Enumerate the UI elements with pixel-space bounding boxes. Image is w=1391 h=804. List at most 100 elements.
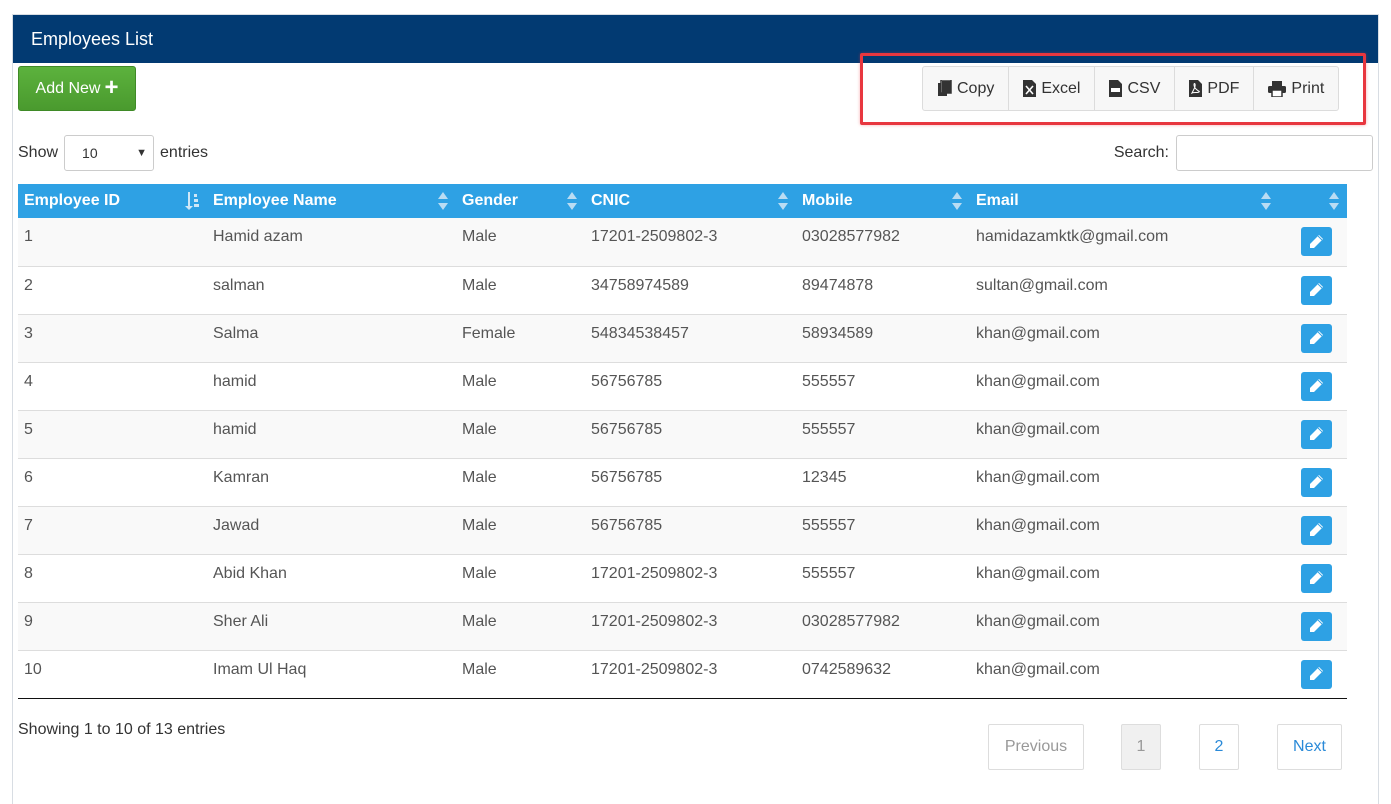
cell-employee-id: 10: [24, 660, 42, 678]
previous-page-button[interactable]: Previous: [988, 724, 1084, 770]
cell-email: khan@gmail.com: [976, 564, 1100, 582]
cell-email: khan@gmail.com: [976, 324, 1100, 342]
column-header-label: Employee Name: [213, 192, 337, 209]
column-header-label: Employee ID: [24, 192, 121, 209]
cell-cnic: 17201-2509802-3: [591, 612, 718, 630]
search-label: Search:: [1113, 144, 1169, 161]
cell-mobile: 03028577982: [802, 228, 900, 245]
column-header-label: CNIC: [591, 192, 631, 209]
cell-employee-name: Jawad: [213, 516, 260, 534]
pencil-icon: [1310, 523, 1323, 536]
cell-employee-name: Abid Khan: [213, 564, 287, 582]
cell-mobile: 555557: [802, 564, 856, 582]
edit-button[interactable]: [1300, 611, 1332, 641]
cell-employee-id: 3: [24, 324, 33, 342]
cell-actions: [1279, 410, 1347, 458]
sort-ascending-icon: [185, 192, 199, 210]
edit-button[interactable]: [1300, 563, 1332, 593]
edit-button[interactable]: [1300, 659, 1332, 689]
column-header-gender[interactable]: Gender: [456, 184, 585, 218]
excel-file-icon: [1023, 80, 1037, 97]
pencil-icon: [1310, 475, 1323, 488]
sort-both-icon: [567, 192, 577, 210]
cell-cnic: 56756785: [591, 468, 663, 486]
cell-employee-name: hamid: [213, 420, 257, 438]
search-control: Search:: [1114, 134, 1373, 172]
column-header-employee-name[interactable]: Employee Name: [207, 184, 456, 218]
cell-employee-name: Salma: [213, 324, 259, 342]
cell-employee-name: Imam Ul Haq: [213, 660, 307, 678]
cell-actions: [1279, 218, 1347, 266]
cell-employee-id: 9: [24, 612, 33, 630]
pencil-icon: [1310, 234, 1323, 248]
edit-button[interactable]: [1300, 419, 1332, 449]
table-row: 7 Jawad Male 56756785 555557 khan@gmail.com: [18, 506, 1347, 554]
edit-button[interactable]: [1300, 323, 1332, 353]
column-header-email[interactable]: Email: [970, 184, 1279, 218]
cell-gender: Female: [462, 324, 516, 342]
cell-email: hamidazamktk@gmail.com: [976, 228, 1169, 245]
edit-button[interactable]: [1300, 227, 1332, 256]
table-body: 1 Hamid azam Male 17201-2509802-3 0302857798…: [18, 218, 1347, 698]
table-row: 8 Abid Khan Male 17201-2509802-3 555557 khan@…: [18, 554, 1347, 602]
cell-employee-id: 2: [24, 276, 33, 294]
add-new-button[interactable]: Add New +: [18, 66, 136, 111]
column-header-actions[interactable]: [1279, 184, 1347, 218]
page-button-2[interactable]: 2: [1199, 724, 1239, 770]
pencil-icon: [1310, 667, 1323, 680]
cell-email: khan@gmail.com: [976, 516, 1100, 534]
column-header-cnic[interactable]: CNIC: [585, 184, 796, 218]
table-row: 4 hamid Male 56756785 555557 khan@gmail.com: [18, 362, 1347, 410]
edit-button[interactable]: [1300, 467, 1332, 497]
cell-email: khan@gmail.com: [976, 420, 1100, 438]
cell-actions: [1279, 362, 1347, 410]
cell-email: sultan@gmail.com: [976, 276, 1108, 294]
sort-both-icon: [438, 192, 448, 210]
excel-button[interactable]: Excel: [1009, 67, 1096, 110]
edit-button[interactable]: [1300, 515, 1332, 545]
cell-cnic: 17201-2509802-3: [591, 564, 718, 582]
cell-gender: Male: [462, 228, 497, 245]
table-row: 9 Sher Ali Male 17201-2509802-3 03028577982 k…: [18, 602, 1347, 650]
cell-actions: [1279, 554, 1347, 602]
cell-gender: Male: [462, 372, 497, 390]
table-row: 10 Imam Ul Haq Male 17201-2509802-3 07425896…: [18, 650, 1347, 698]
pdf-button[interactable]: PDF: [1175, 67, 1255, 110]
cell-employee-id: 4: [24, 372, 33, 390]
cell-gender: Male: [462, 564, 497, 582]
cell-employee-id: 7: [24, 516, 33, 534]
sort-both-icon: [1261, 192, 1271, 210]
next-page-button[interactable]: Next: [1277, 724, 1342, 770]
entries-select-value: 10: [82, 145, 98, 161]
page-button-1[interactable]: 1: [1121, 724, 1161, 770]
pencil-icon: [1310, 379, 1323, 392]
cell-gender: Male: [462, 516, 497, 534]
cell-employee-id: 6: [24, 468, 33, 486]
table-row: 2 salman Male 34758974589 89474878 sultan@gma…: [18, 266, 1347, 314]
edit-button[interactable]: [1300, 275, 1332, 305]
cell-actions: [1279, 266, 1347, 314]
pdf-file-icon: [1189, 80, 1203, 97]
cell-cnic: 34758974589: [591, 276, 689, 294]
column-header-mobile[interactable]: Mobile: [796, 184, 970, 218]
cell-gender: Male: [462, 420, 497, 438]
cell-mobile: 0742589632: [802, 660, 891, 678]
pencil-icon: [1310, 427, 1323, 440]
cell-gender: Male: [462, 276, 497, 294]
sort-both-icon: [1329, 192, 1339, 210]
search-input[interactable]: [1176, 135, 1373, 171]
cell-actions: [1279, 458, 1347, 506]
pencil-icon: [1310, 619, 1323, 632]
entries-select[interactable]: 10 ▼: [64, 135, 155, 171]
cell-cnic: 56756785: [591, 420, 663, 438]
print-button[interactable]: Print: [1254, 67, 1338, 110]
cell-cnic: 56756785: [591, 516, 663, 534]
copy-button[interactable]: Copy: [923, 67, 1010, 110]
edit-button[interactable]: [1300, 371, 1332, 401]
cell-employee-name: Hamid azam: [213, 228, 303, 245]
csv-label: CSV: [1127, 79, 1161, 97]
column-header-employee-id[interactable]: Employee ID: [18, 184, 207, 218]
csv-button[interactable]: CSV: [1095, 67, 1176, 110]
cell-mobile: 555557: [802, 420, 856, 438]
sort-both-icon: [778, 192, 788, 210]
